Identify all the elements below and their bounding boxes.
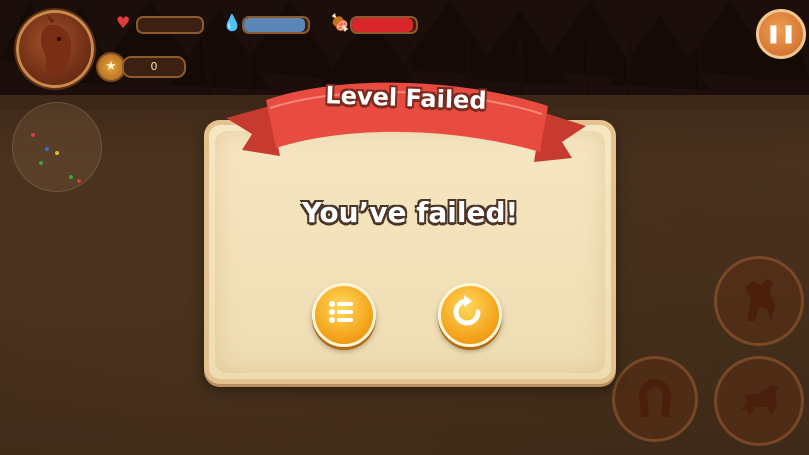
galloping-horse-icon (739, 385, 779, 417)
level-menu-button[interactable] (312, 283, 376, 347)
restart-icon (453, 295, 481, 326)
rear-up-button[interactable] (714, 256, 804, 346)
meat-icon: 🍖 (330, 13, 350, 32)
food-bar-fill (352, 18, 413, 32)
water-bar (242, 16, 310, 34)
restart-button[interactable] (438, 283, 502, 347)
horseshoe-icon (639, 379, 671, 417)
coin-counter: 0 (122, 56, 186, 78)
health-bar (136, 16, 204, 34)
failure-message: You’ve failed! (301, 196, 519, 229)
horseshoe-button[interactable] (612, 356, 698, 442)
list-icon (329, 301, 353, 323)
gallop-button[interactable] (714, 356, 804, 446)
rearing-horse-icon (745, 279, 775, 321)
food-bar (350, 16, 418, 34)
water-drop-icon: 💧 (222, 13, 242, 32)
horse-portrait-icon (16, 10, 94, 88)
water-bar-fill (244, 18, 305, 32)
pause-button[interactable]: ❚❚ (756, 9, 806, 59)
pause-icon: ❚❚ (765, 23, 797, 44)
minimap[interactable] (12, 102, 102, 192)
heart-icon: ♥ (116, 13, 131, 32)
